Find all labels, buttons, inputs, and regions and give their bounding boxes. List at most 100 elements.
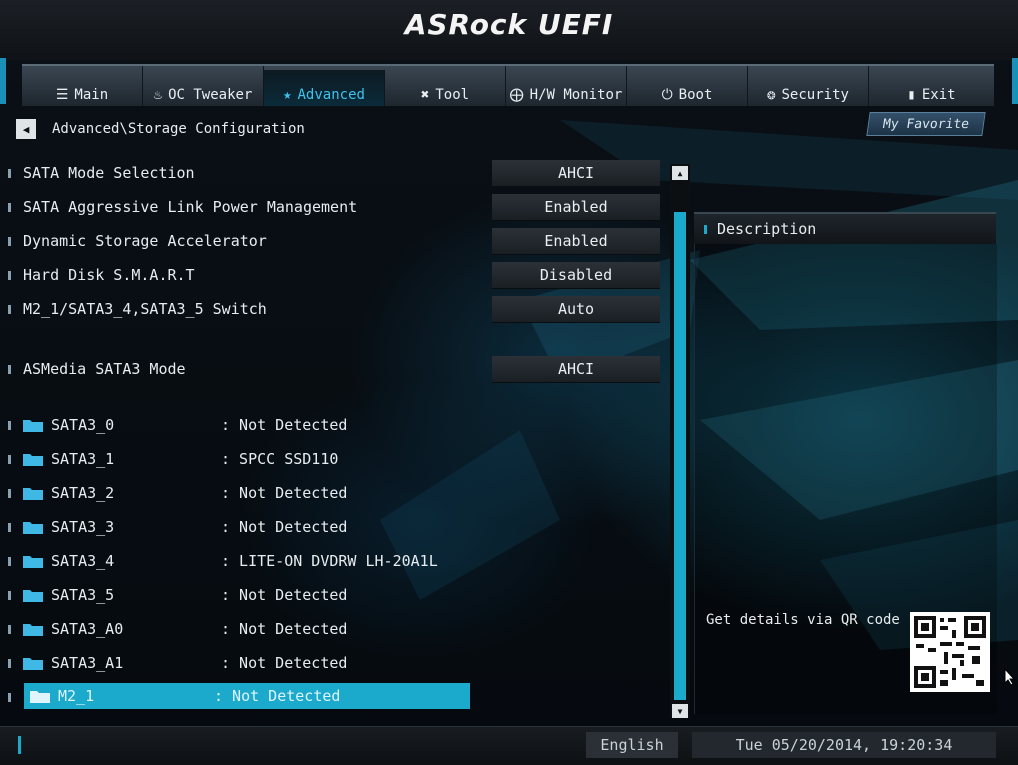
setting-sata-mode[interactable]: SATA Mode Selection (8, 159, 195, 187)
description-title: Description (717, 220, 817, 238)
device-row[interactable]: SATA3_0 : Not Detected (8, 412, 472, 438)
language-button[interactable]: English (586, 732, 678, 758)
device-row[interactable]: SATA3_3 : Not Detected (8, 514, 472, 540)
m2-switch-value[interactable]: Auto (492, 296, 660, 323)
folder-icon (30, 691, 50, 703)
tab-label: Tool (435, 87, 470, 103)
device-status: : SPCC SSD110 (221, 450, 339, 468)
tab-boot[interactable]: ⏻ Boot (627, 66, 748, 106)
tab-label: Main (74, 87, 109, 103)
device-status: : Not Detected (221, 586, 348, 604)
qr-code-icon (914, 616, 986, 688)
folder-icon (23, 658, 43, 670)
item-marker (8, 556, 11, 566)
selected-row-marker (8, 683, 23, 711)
setting-label: Hard Disk S.M.A.R.T (23, 266, 195, 284)
tab-label: Security (781, 87, 849, 103)
qr-code[interactable] (910, 612, 990, 692)
setting-label: Dynamic Storage Accelerator (23, 232, 267, 250)
device-status: : Not Detected (221, 518, 348, 536)
device-row[interactable]: SATA3_2 : Not Detected (8, 480, 472, 506)
nav-edge-right (1012, 58, 1018, 104)
device-status: : Not Detected (214, 687, 341, 705)
item-marker (8, 590, 11, 600)
tab-hw-monitor[interactable]: ⨁ H/W Monitor (506, 66, 627, 106)
item-marker (8, 364, 11, 374)
monitor-icon: ⨁ (509, 87, 524, 103)
setting-hdd-smart[interactable]: Hard Disk S.M.A.R.T (8, 261, 195, 289)
item-marker (8, 202, 11, 212)
tab-exit[interactable]: ▮ Exit (869, 66, 994, 106)
setting-label: M2_1/SATA3_4,SATA3_5 Switch (23, 300, 267, 318)
item-marker (8, 304, 11, 314)
item-marker (8, 270, 11, 280)
device-status: : Not Detected (221, 620, 348, 638)
tab-main[interactable]: ☰ Main (22, 66, 143, 106)
tab-label: Boot (678, 87, 713, 103)
tab-label: OC Tweaker (168, 87, 253, 103)
item-marker (8, 454, 11, 464)
device-row[interactable]: SATA3_A1 : Not Detected (8, 650, 472, 676)
qr-label: Get details via QR code (706, 612, 900, 628)
item-marker (8, 488, 11, 498)
device-name: SATA3_5 (51, 586, 115, 604)
back-button[interactable]: ◀ (16, 119, 36, 139)
device-row-selected[interactable]: M2_1 : Not Detected (24, 683, 470, 709)
tab-label: Exit (921, 87, 956, 103)
favorite-label: My Favorite (881, 116, 971, 132)
tab-label: Advanced (297, 87, 365, 103)
device-row[interactable]: SATA3_5 : Not Detected (8, 582, 472, 608)
triangle-down-icon: ▼ (677, 706, 683, 716)
folder-icon (23, 590, 43, 602)
device-row[interactable]: SATA3_A0 : Not Detected (8, 616, 472, 642)
setting-m2-switch[interactable]: M2_1/SATA3_4,SATA3_5 Switch (8, 295, 267, 323)
power-icon: ⏻ (661, 87, 673, 103)
folder-icon (23, 488, 43, 500)
sata-mode-value[interactable]: AHCI (492, 160, 660, 187)
folder-icon (23, 556, 43, 568)
device-name: SATA3_A0 (51, 620, 124, 638)
item-marker (8, 168, 11, 178)
shield-icon: ❂ (767, 87, 776, 103)
setting-label: SATA Aggressive Link Power Management (23, 198, 358, 216)
setting-asmedia-mode[interactable]: ASMedia SATA3 Mode (8, 355, 186, 383)
device-name: SATA3_1 (51, 450, 115, 468)
tab-advanced[interactable]: ★ Advanced (264, 70, 385, 106)
asmedia-mode-value[interactable]: AHCI (492, 356, 660, 383)
device-status: : Not Detected (221, 484, 348, 502)
flame-icon: ♨ (153, 87, 163, 103)
main-nav: ☰ Main ♨ OC Tweaker ★ Advanced ✖ Tool ⨁ … (22, 64, 994, 106)
star-icon: ★ (283, 87, 292, 103)
item-marker (8, 236, 11, 246)
tab-tool[interactable]: ✖ Tool (385, 66, 506, 106)
scroll-up-button[interactable]: ▲ (672, 166, 688, 180)
nav-edge-left (0, 58, 6, 104)
scrollbar-thumb[interactable] (674, 212, 686, 700)
device-row[interactable]: SATA3_4 : LITE-ON DVDRW LH-20A1L (8, 548, 472, 574)
mouse-cursor-icon (1004, 668, 1016, 686)
description-header: Description (694, 212, 996, 244)
my-favorite-button[interactable]: My Favorite (866, 112, 986, 136)
item-marker (8, 658, 11, 668)
device-name: SATA3_2 (51, 484, 115, 502)
sata-alpm-value[interactable]: Enabled (492, 194, 660, 221)
arrow-left-icon: ◀ (22, 122, 30, 136)
device-row[interactable]: SATA3_1 : SPCC SSD110 (8, 446, 472, 472)
dsa-value[interactable]: Enabled (492, 228, 660, 255)
item-marker (8, 420, 11, 430)
tab-label: H/W Monitor (529, 87, 623, 103)
setting-sata-alpm[interactable]: SATA Aggressive Link Power Management (8, 193, 357, 221)
setting-dynamic-storage-accelerator[interactable]: Dynamic Storage Accelerator (8, 227, 267, 255)
item-marker (8, 522, 11, 532)
smart-value[interactable]: Disabled (492, 262, 660, 289)
tab-security[interactable]: ❂ Security (748, 66, 869, 106)
scroll-down-button[interactable]: ▼ (672, 704, 688, 718)
tab-oc-tweaker[interactable]: ♨ OC Tweaker (143, 66, 264, 106)
item-marker (8, 692, 11, 702)
device-name: SATA3_A1 (51, 654, 124, 672)
setting-label: SATA Mode Selection (23, 164, 195, 182)
folder-icon (23, 522, 43, 534)
item-marker (8, 624, 11, 634)
tools-icon: ✖ (420, 87, 430, 103)
title-bar: ASRock UEFI (0, 0, 1018, 60)
